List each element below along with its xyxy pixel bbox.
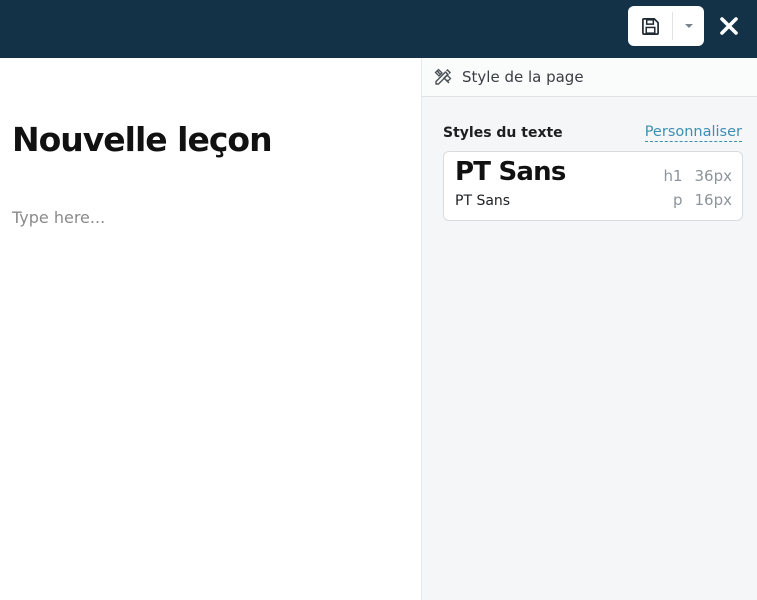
save-button-group — [628, 6, 704, 46]
text-styles-heading: Styles du texte — [443, 125, 563, 141]
floppy-disk-icon — [641, 17, 659, 35]
heading-font-name: PT Sans — [455, 157, 566, 187]
page-style-panel: Style de la page Styles du texte Personn… — [421, 58, 757, 600]
lesson-editor: Nouvelle leçon Type here... — [0, 58, 421, 600]
close-icon — [720, 17, 738, 35]
paragraph-size: 16px — [694, 191, 733, 209]
top-bar — [0, 0, 757, 58]
text-style-card[interactable]: PT Sans h1 36px PT Sans p 16px — [443, 151, 743, 221]
panel-title: Style de la page — [462, 68, 584, 86]
pencil-ruler-icon — [434, 68, 452, 86]
close-button[interactable] — [712, 9, 746, 43]
heading-size: 36px — [694, 167, 733, 185]
paragraph-font-name: PT Sans — [455, 193, 511, 209]
lesson-body-input[interactable]: Type here... — [12, 208, 105, 227]
heading-tag: h1 — [663, 167, 683, 185]
customize-link[interactable]: Personnaliser — [644, 124, 742, 142]
caret-down-icon — [684, 24, 693, 28]
save-button[interactable] — [628, 6, 672, 46]
lesson-title[interactable]: Nouvelle leçon — [12, 120, 273, 159]
paragraph-style-meta: p 16px — [673, 191, 732, 209]
panel-header: Style de la page — [422, 58, 757, 97]
paragraph-tag: p — [672, 191, 683, 209]
heading-style-meta: h1 36px — [663, 167, 732, 185]
save-options-dropdown[interactable] — [673, 6, 704, 46]
